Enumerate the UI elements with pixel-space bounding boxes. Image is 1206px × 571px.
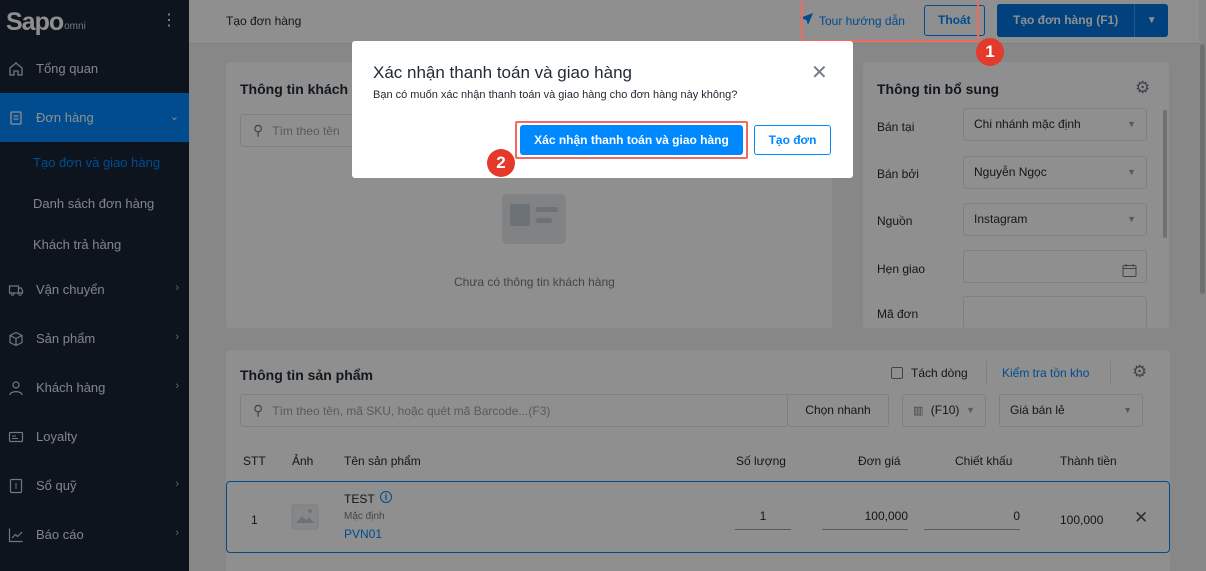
dialog-description: Bạn có muốn xác nhận thanh toán và giao … (373, 89, 738, 101)
confirm-payment-shipping-button[interactable]: Xác nhận thanh toán và giao hàng (520, 125, 743, 155)
close-icon[interactable]: ✕ (811, 63, 828, 83)
create-order-only-button[interactable]: Tạo đơn (754, 125, 831, 155)
step-badge-2: 2 (487, 149, 515, 177)
dialog-title: Xác nhận thanh toán và giao hàng (373, 63, 632, 82)
step-badge-1: 1 (976, 38, 1004, 66)
confirm-payment-dialog: Xác nhận thanh toán và giao hàng Bạn có … (352, 41, 853, 178)
highlight-create-order (801, 0, 979, 42)
